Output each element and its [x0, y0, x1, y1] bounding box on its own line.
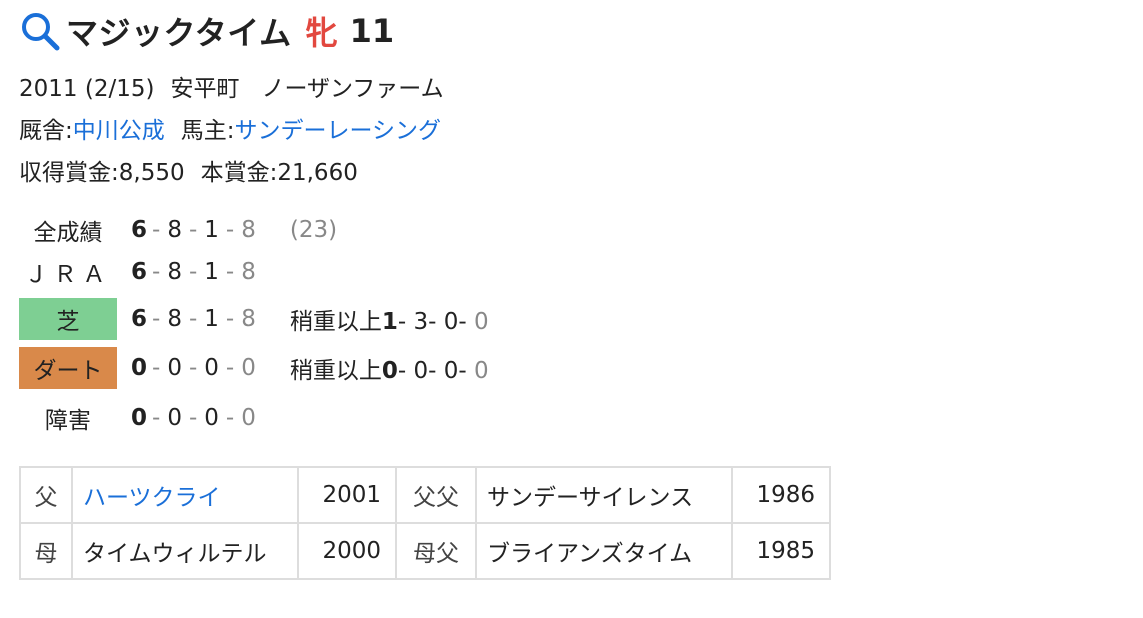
record-seconds: 0	[167, 355, 182, 381]
record-wins: 6	[131, 259, 148, 285]
record-seconds: 8	[167, 259, 182, 285]
prize-label: 本賞金:	[200, 160, 278, 186]
record-obstacle: 障害 0- 0- 0- 0	[19, 397, 256, 439]
heavy-track-record: 稍重以上0- 0- 0- 0	[289, 358, 489, 384]
record-label: 障害	[45, 408, 91, 434]
birth-date: 2011 (2/15)	[19, 76, 155, 102]
dam-name: タイムウィルテル	[71, 522, 299, 580]
earned-value: 8,550	[118, 160, 185, 186]
prize-value: 21,660	[277, 160, 358, 186]
record-wins: 6	[131, 306, 148, 332]
heavy-thirds: 0	[443, 358, 459, 384]
record-thirds: 1	[204, 217, 219, 243]
birth-info: 2011 (2/15) 安平町 ノーザンファーム	[19, 74, 444, 104]
turf-badge: 芝	[19, 298, 117, 340]
heavy-track-record: 稍重以上1- 3- 0- 0	[289, 309, 489, 335]
record-seconds: 0	[167, 405, 182, 431]
dam-sire-label: 母父	[395, 522, 477, 580]
record-total: (23)	[289, 217, 338, 243]
sire-label: 父	[19, 466, 73, 524]
horse-header: マジックタイム 牝 11	[18, 8, 394, 54]
record-others: 0	[241, 405, 256, 431]
record-wins: 0	[131, 405, 148, 431]
record-thirds: 0	[204, 355, 219, 381]
owner-link[interactable]: サンデーレーシング	[235, 118, 442, 144]
search-icon[interactable]	[18, 9, 62, 53]
heavy-others: 0	[474, 309, 489, 335]
heavy-wins: 1	[381, 309, 398, 335]
record-others: 8	[241, 259, 256, 285]
record-label: 全成績	[33, 220, 103, 246]
dam-sire-name: ブライアンズタイム	[475, 522, 733, 580]
horse-sex: 牝	[305, 14, 338, 52]
sire-sire-name: サンデーサイレンス	[475, 466, 733, 524]
record-thirds: 1	[204, 306, 219, 332]
record-others: 8	[241, 306, 256, 332]
sire-sire-year: 1986	[731, 466, 831, 524]
heavy-seconds: 0	[413, 358, 429, 384]
heavy-others: 0	[474, 358, 489, 384]
record-others: 8	[241, 217, 256, 243]
heavy-wins: 0	[381, 358, 398, 384]
heavy-thirds: 0	[443, 309, 459, 335]
record-label: ＪＲＡ	[24, 262, 112, 288]
heavy-seconds: 3	[413, 309, 429, 335]
record-dirt: ダート 0- 0- 0- 0 稍重以上0- 0- 0- 0	[19, 347, 489, 389]
record-turf: 芝 6- 8- 1- 8 稍重以上1- 3- 0- 0	[19, 298, 489, 340]
horse-age: 11	[349, 12, 395, 50]
breeder: ノーザンファーム	[261, 76, 444, 102]
record-others: 0	[241, 355, 256, 381]
record-all: 全成績 6- 8- 1- 8 (23)	[19, 209, 338, 251]
sire-year: 2001	[297, 466, 397, 524]
dam-label: 母	[19, 522, 73, 580]
dam-year: 2000	[297, 522, 397, 580]
record-thirds: 0	[204, 405, 219, 431]
record-seconds: 8	[167, 217, 182, 243]
dirt-badge: ダート	[19, 347, 117, 389]
record-seconds: 8	[167, 306, 182, 332]
birthplace: 安平町	[170, 76, 240, 102]
trainer-label: 厩舎:	[19, 118, 73, 144]
earned-label: 収得賞金:	[19, 160, 119, 186]
table-row: 母 タイムウィルテル 2000 母父 ブライアンズタイム 1985	[19, 522, 831, 580]
prize-info: 収得賞金:8,550 本賞金:21,660	[19, 158, 358, 188]
trainer-link[interactable]: 中川公成	[73, 118, 165, 144]
sire-link[interactable]: ハーツクライ	[83, 485, 221, 511]
heavy-label: 稍重以上	[289, 309, 382, 335]
table-row: 父 ハーツクライ 2001 父父 サンデーサイレンス 1986	[19, 466, 831, 524]
stable-info: 厩舎:中川公成 馬主:サンデーレーシング	[19, 116, 441, 146]
horse-name: マジックタイム	[66, 14, 292, 52]
record-wins: 6	[131, 217, 148, 243]
pedigree-table: 父 ハーツクライ 2001 父父 サンデーサイレンス 1986 母 タイムウィル…	[19, 466, 831, 580]
heavy-label: 稍重以上	[289, 358, 382, 384]
record-jra: ＪＲＡ 6- 8- 1- 8	[19, 251, 256, 293]
record-wins: 0	[131, 355, 148, 381]
record-thirds: 1	[204, 259, 219, 285]
dam-sire-year: 1985	[731, 522, 831, 580]
sire-sire-label: 父父	[395, 466, 477, 524]
owner-label: 馬主:	[180, 118, 235, 144]
